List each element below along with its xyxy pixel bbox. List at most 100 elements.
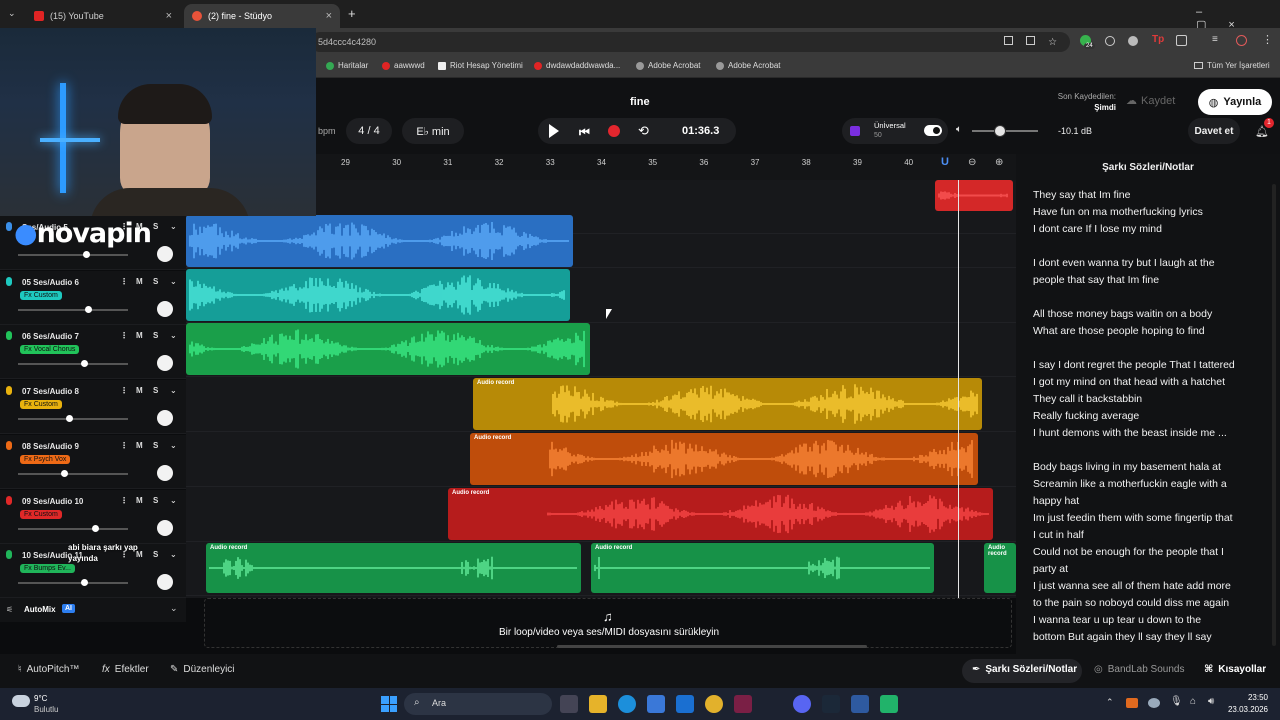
solo-button[interactable]: S	[153, 386, 158, 395]
track-volume-slider[interactable]	[18, 415, 128, 423]
lyrics-scrollbar[interactable]	[1272, 184, 1276, 646]
fx-badge[interactable]: Fx Custom	[20, 400, 62, 410]
clock-date[interactable]: 23.03.2026	[1222, 705, 1268, 714]
bookmark-item[interactable]: Haritalar	[326, 61, 368, 70]
key-selector[interactable]: E♭ min	[402, 118, 464, 144]
extension-icon[interactable]: Tp	[1152, 34, 1164, 45]
extension-icon[interactable]	[1128, 36, 1138, 46]
solo-button[interactable]: S	[153, 277, 158, 286]
pan-knob[interactable]	[157, 574, 173, 591]
pan-knob[interactable]	[157, 464, 173, 481]
tray-app-icon[interactable]	[1148, 698, 1160, 708]
solo-button[interactable]: S	[153, 550, 158, 559]
tab-studio[interactable]: (2) fine - Stüdyo ×	[184, 4, 340, 28]
solo-button[interactable]: S	[153, 496, 158, 505]
more-icon[interactable]: ⋮	[120, 331, 128, 340]
effects-button[interactable]: fx Efektler	[102, 664, 149, 675]
more-icon[interactable]: ⋮	[120, 496, 128, 505]
track-volume-knob[interactable]	[81, 360, 88, 368]
file-explorer-icon[interactable]	[589, 695, 607, 713]
bandlab-sounds-tab[interactable]: ◎ BandLab Sounds	[1094, 664, 1184, 675]
track-lanes[interactable]: Audio record Audio record Audio record A…	[186, 180, 1016, 598]
track-volume-slider[interactable]	[18, 469, 128, 477]
song-title[interactable]: fine	[630, 96, 650, 108]
timeline-ruler[interactable]: 29 30 31 32 33 34 35 36 37 38 39 40 U ⊖ ⊕	[316, 154, 1016, 180]
menu-icon[interactable]: ⋮	[1262, 33, 1273, 46]
address-actions[interactable]: ☆	[1004, 36, 1064, 48]
fx-badge[interactable]: Fx Vocal Chorus	[20, 345, 80, 355]
discord-icon[interactable]	[793, 695, 811, 713]
network-icon[interactable]: ⌂	[1190, 696, 1196, 707]
track-volume-slider[interactable]	[18, 579, 128, 587]
master-volume-slider[interactable]	[972, 125, 1038, 137]
steam-icon[interactable]	[822, 695, 840, 713]
tray-app-icon[interactable]	[1126, 698, 1138, 708]
windows-start-icon[interactable]	[381, 696, 397, 712]
close-icon[interactable]: ×	[326, 10, 332, 22]
more-icon[interactable]: ⋮	[120, 277, 128, 286]
new-tab-button[interactable]: +	[348, 6, 356, 21]
clock-time[interactable]: 23:50	[1228, 693, 1268, 702]
pan-knob[interactable]	[157, 246, 173, 262]
chevron-down-icon[interactable]: ⌄	[170, 550, 177, 559]
app-icon[interactable]	[734, 695, 752, 713]
record-button[interactable]	[608, 125, 620, 137]
track-volume-slider[interactable]	[18, 360, 128, 368]
track-name[interactable]: 05 Ses/Audio 6	[22, 278, 79, 287]
track-volume-slider[interactable]	[18, 305, 128, 313]
save-button[interactable]: ☁︎ Kaydet	[1126, 94, 1175, 107]
more-icon[interactable]: ⋮	[120, 386, 128, 395]
install-icon[interactable]	[1004, 36, 1013, 45]
chrome-icon[interactable]	[705, 695, 723, 713]
mic-icon[interactable]	[6, 386, 12, 396]
fx-badge[interactable]: Fx Bumps Ev...	[20, 564, 75, 574]
track-volume-knob[interactable]	[61, 469, 69, 477]
pan-knob[interactable]	[157, 355, 173, 372]
bookmark-item[interactable]: Adobe Acrobat	[636, 61, 700, 70]
tab-youtube[interactable]: (15) YouTube ×	[26, 4, 180, 28]
mic-icon[interactable]	[6, 331, 12, 341]
solo-button[interactable]: S	[153, 331, 158, 340]
skip-back-icon[interactable]: ⏮	[579, 125, 590, 140]
track-volume-knob[interactable]	[92, 524, 99, 532]
track-volume-knob[interactable]	[81, 579, 88, 587]
volume-icon[interactable]: 🔊︎	[1208, 696, 1214, 707]
mail-icon[interactable]	[676, 695, 694, 713]
shortcuts-button[interactable]: ⌘ Kısayollar	[1204, 664, 1266, 675]
mic-icon[interactable]	[6, 550, 12, 560]
instrument-toggle[interactable]	[924, 125, 942, 136]
close-icon[interactable]: ×	[166, 10, 172, 22]
fx-badge[interactable]: Fx Custom	[20, 509, 62, 519]
profile-icon[interactable]	[1236, 35, 1247, 46]
time-signature[interactable]: 4 / 4	[346, 118, 392, 144]
edge-icon[interactable]	[618, 695, 636, 713]
track-name[interactable]: 08 Ses/Audio 9	[22, 442, 79, 451]
pan-knob[interactable]	[157, 410, 173, 427]
playhead[interactable]	[958, 180, 959, 598]
track-name[interactable]: 07 Ses/Audio 8	[22, 387, 79, 396]
mic-icon[interactable]	[6, 222, 12, 231]
bookmark-item[interactable]: aawwwd	[382, 61, 425, 70]
taskbar-search[interactable]: ⌕ Ara	[404, 693, 552, 715]
mute-button[interactable]: M	[136, 331, 143, 340]
loop-icon[interactable]: ⟲	[638, 123, 649, 139]
speaker-icon[interactable]: 🔈︎	[956, 124, 962, 135]
magnet-icon[interactable]: U	[941, 156, 955, 170]
more-icon[interactable]: ⋮	[120, 441, 128, 450]
track-header[interactable]: 08 Ses/Audio 9 ⋮ M S ⌄ Fx Psych Vox	[0, 434, 186, 489]
bookmark-item[interactable]: Adobe Acrobat	[716, 61, 780, 70]
cast-icon[interactable]	[1026, 36, 1036, 45]
url-field[interactable]: 5d4ccc4c4280	[310, 32, 1070, 52]
bookmark-item[interactable]: dwdawdaddwawda...	[534, 61, 620, 70]
pan-knob[interactable]	[157, 300, 173, 317]
tab-list-chevron-icon[interactable]: ⌄	[8, 8, 16, 19]
chevron-down-icon[interactable]: ⌄	[170, 603, 178, 614]
mic-icon[interactable]	[6, 495, 12, 505]
track-volume-knob[interactable]	[65, 415, 73, 423]
mic-icon[interactable]	[6, 440, 12, 450]
chevron-down-icon[interactable]: ⌄	[170, 441, 177, 450]
track-volume-knob[interactable]	[85, 305, 93, 313]
reading-list-icon[interactable]: ≡	[1212, 34, 1218, 45]
track-name[interactable]: 06 Ses/Audio 7	[22, 332, 79, 341]
invite-button[interactable]: Davet et	[1188, 118, 1240, 144]
